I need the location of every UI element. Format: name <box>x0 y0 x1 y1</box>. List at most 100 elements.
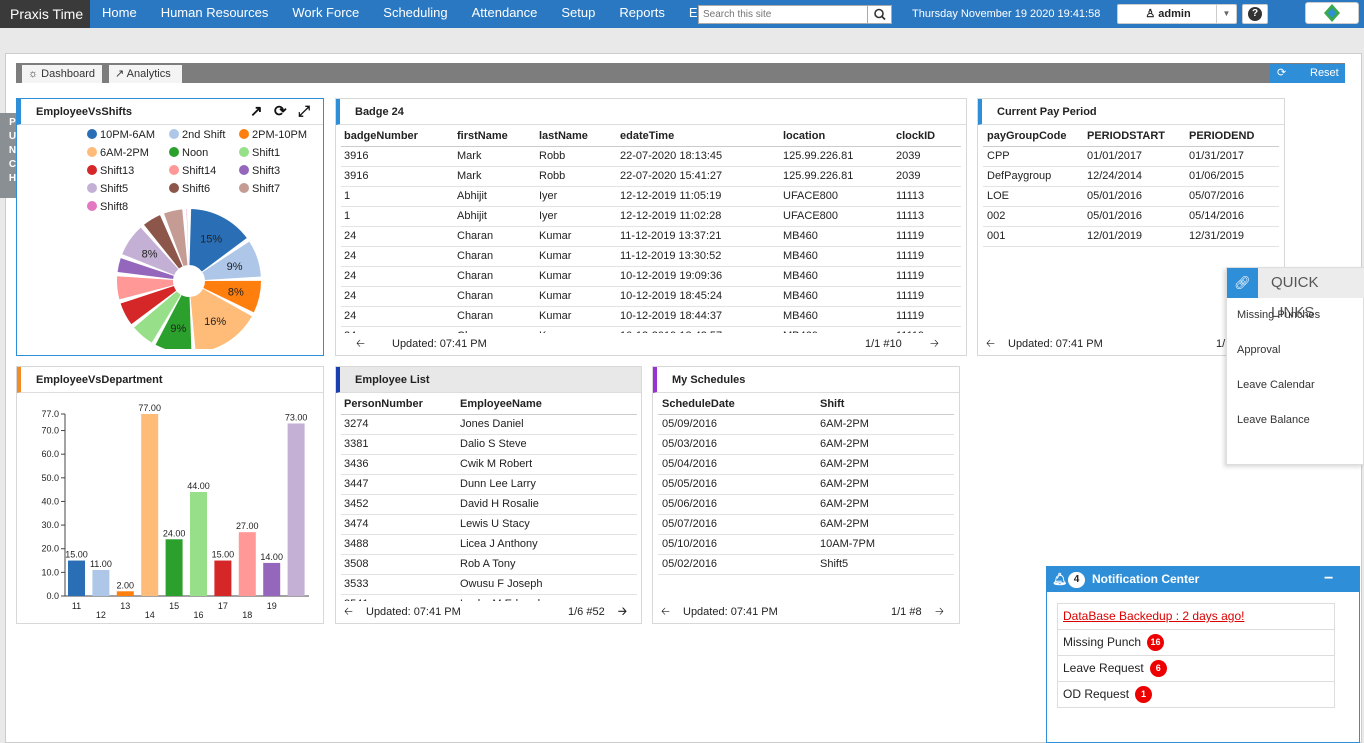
help-button[interactable]: ? <box>1242 4 1268 24</box>
notification-leave-request[interactable]: Leave Request 6 <box>1057 655 1335 682</box>
reset-button[interactable]: ⟳ Reset <box>1270 64 1345 83</box>
prev-page-icon[interactable]: 🡠 <box>986 334 995 354</box>
nav-human-resources[interactable]: Human Resources <box>149 0 281 28</box>
table-row[interactable]: 3533 Owusu F Joseph <box>341 574 637 595</box>
search-button[interactable] <box>867 6 891 23</box>
legend-item[interactable]: 2nd Shift <box>169 129 225 141</box>
legend-item[interactable]: Shift13 <box>87 165 134 177</box>
table-row[interactable]: 05/05/2016 6AM-2PM <box>658 474 954 495</box>
legend-item[interactable]: Shift14 <box>169 165 216 177</box>
minimize-icon[interactable]: − <box>1324 566 1333 591</box>
table-row[interactable]: 05/10/2016 10AM-7PM <box>658 534 954 555</box>
notification-missing-punch[interactable]: Missing Punch 16 <box>1057 629 1335 656</box>
nav-reports[interactable]: Reports <box>607 0 677 28</box>
table-row[interactable]: 3541Locke M Eduardo <box>341 594 637 601</box>
user-menu-button[interactable]: ♙ admin ▼ <box>1117 4 1237 24</box>
notification-header[interactable]: 🔔︎ 4 Notification Center − <box>1047 567 1359 592</box>
column-header[interactable]: clockID <box>896 126 961 147</box>
search-input[interactable] <box>699 6 869 23</box>
table-row[interactable]: CPP 01/01/2017 01/31/2017 <box>983 146 1279 167</box>
tab-dashboard[interactable]: ☼ Dashboard <box>22 65 102 83</box>
fullscreen-icon[interactable]: ⤢ <box>298 104 310 119</box>
table-row[interactable]: 3916 Mark Robb 22-07-2020 15:41:27 125.99.22… <box>341 166 961 187</box>
notification-od-request[interactable]: OD Request 1 <box>1057 681 1335 708</box>
pie-slice[interactable] <box>186 209 189 266</box>
nav-attendance[interactable]: Attendance <box>460 0 550 28</box>
database-backup-alert[interactable]: DataBase Backedup : 2 days ago! <box>1057 603 1335 630</box>
nav-home[interactable]: Home <box>90 0 149 28</box>
next-page-icon[interactable]: 🡢 <box>618 602 627 622</box>
table-row[interactable]: 24 Charan Kumar 10-12-2019 18:44:37 MB460 111… <box>341 306 961 327</box>
chevron-down-icon[interactable]: ▼ <box>1216 5 1236 23</box>
table-row[interactable]: 05/07/2016 6AM-2PM <box>658 514 954 535</box>
table-row[interactable]: 24 Charan Kumar 11-12-2019 13:37:21 MB460 111… <box>341 226 961 247</box>
legend-item[interactable]: 6AM-2PM <box>87 147 149 159</box>
table-row[interactable]: 3274 Jones Daniel <box>341 414 637 435</box>
table-row[interactable]: 3916 Mark Robb 22-07-2020 18:13:45 125.99.22… <box>341 146 961 167</box>
table-row[interactable]: 24 Charan Kumar 10-12-2019 18:45:24 MB460 111… <box>341 286 961 307</box>
legend-item[interactable]: 2PM-10PM <box>239 129 307 141</box>
quick-link-leave-balance[interactable]: Leave Balance <box>1237 414 1310 426</box>
table-row[interactable]: 1 Abhijit Iyer 12-12-2019 11:05:19 UFACE800 1… <box>341 186 961 207</box>
table-row[interactable]: 3474 Lewis U Stacy <box>341 514 637 535</box>
column-header[interactable]: PersonNumber <box>341 394 460 415</box>
table-row[interactable]: DefPaygroup 12/24/2014 01/06/2015 <box>983 166 1279 187</box>
table-row[interactable]: 1 Abhijit Iyer 12-12-2019 11:02:28 UFACE800 1… <box>341 206 961 227</box>
column-header[interactable]: PERIODEND <box>1189 126 1279 147</box>
bar[interactable] <box>141 414 159 596</box>
column-header[interactable]: location <box>783 126 896 147</box>
table-row[interactable]: 002 05/01/2016 05/14/2016 <box>983 206 1279 227</box>
table-row[interactable]: 05/03/2016 6AM-2PM <box>658 434 954 455</box>
bar[interactable] <box>238 532 256 596</box>
quick-link-missing-punches[interactable]: Missing Punches <box>1237 309 1320 321</box>
table-row[interactable]: 3488 Licea J Anthony <box>341 534 637 555</box>
next-page-icon[interactable]: 🡢 <box>930 334 939 354</box>
refresh-icon[interactable]: ⟳ <box>274 104 287 119</box>
table-row[interactable]: 24 Charan Kumar 10-12-2019 19:09:36 MB460 111… <box>341 266 961 287</box>
prev-page-icon[interactable]: 🡠 <box>344 602 353 622</box>
column-header[interactable]: firstName <box>457 126 539 147</box>
bar[interactable] <box>92 570 110 596</box>
nav-scheduling[interactable]: Scheduling <box>371 0 459 28</box>
table-row[interactable]: 24CharanKumar10-12-2019 18:42:57MB460111… <box>341 326 961 333</box>
employee-table-scroll[interactable]: PersonNumber EmployeeName 3274 Jones Dani… <box>341 394 637 601</box>
column-header[interactable]: edateTime <box>620 126 783 147</box>
table-row[interactable]: 3508 Rob A Tony <box>341 554 637 575</box>
table-row[interactable]: 3452 David H Rosalie <box>341 494 637 515</box>
bar[interactable] <box>68 560 85 596</box>
nav-work-force[interactable]: Work Force <box>280 0 371 28</box>
table-row[interactable]: 05/06/2016 6AM-2PM <box>658 494 954 515</box>
legend-item[interactable]: Shift6 <box>169 183 210 195</box>
column-header[interactable]: badgeNumber <box>341 126 457 147</box>
column-header[interactable]: Shift <box>820 394 954 415</box>
badge-table-scroll[interactable]: badgeNumber firstName lastName edateTime… <box>341 126 961 333</box>
table-row[interactable]: 05/02/2016 Shift5 <box>658 554 954 575</box>
column-header[interactable]: payGroupCode <box>983 126 1087 147</box>
column-header[interactable]: ScheduleDate <box>658 394 820 415</box>
brand-logo[interactable]: Praxis Time <box>0 0 90 28</box>
bar[interactable] <box>116 591 134 596</box>
table-row[interactable]: 3447 Dunn Lee Larry <box>341 474 637 495</box>
prev-page-icon[interactable]: 🡠 <box>661 602 670 622</box>
bar[interactable] <box>190 492 207 596</box>
prev-page-icon[interactable]: 🡠 <box>356 334 365 354</box>
table-row[interactable]: 05/04/2016 6AM-2PM <box>658 454 954 475</box>
quick-links-header[interactable]: 🔗︎ QUICK LINKS <box>1227 268 1364 321</box>
legend-item[interactable]: Shift1 <box>239 147 280 159</box>
legend-item[interactable]: Noon <box>169 147 208 159</box>
next-page-icon[interactable]: 🡢 <box>935 602 944 622</box>
table-row[interactable]: 24 Charan Kumar 11-12-2019 13:30:52 MB460 111… <box>341 246 961 267</box>
column-header[interactable]: lastName <box>539 126 620 147</box>
table-row[interactable]: 3381 Dalio S Steve <box>341 434 637 455</box>
app-switcher-button[interactable] <box>1305 2 1359 24</box>
external-link-icon[interactable]: ↗ <box>250 104 263 119</box>
legend-item[interactable]: Shift7 <box>239 183 280 195</box>
legend-item[interactable]: 10PM-6AM <box>87 129 155 141</box>
table-row[interactable]: 05/09/2016 6AM-2PM <box>658 414 954 435</box>
quick-link-approval[interactable]: Approval <box>1237 344 1280 356</box>
column-header[interactable]: PERIODSTART <box>1087 126 1189 147</box>
table-row[interactable]: 3436 Cwik M Robert <box>341 454 637 475</box>
legend-item[interactable]: Shift5 <box>87 183 128 195</box>
bar[interactable] <box>263 562 281 596</box>
legend-item[interactable]: Shift3 <box>239 165 280 177</box>
